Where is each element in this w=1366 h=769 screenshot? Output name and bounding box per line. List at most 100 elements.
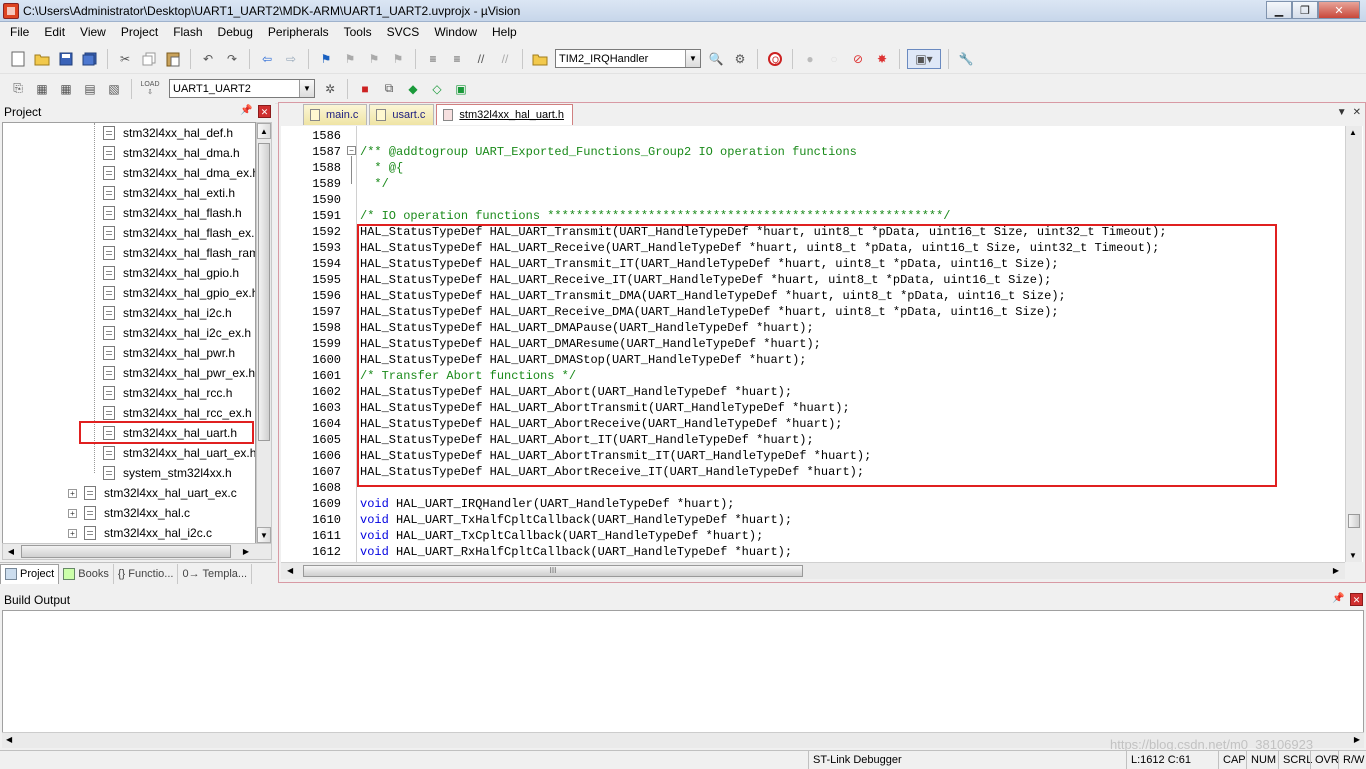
- pin-icon[interactable]: 📌: [1332, 593, 1344, 604]
- tree-file[interactable]: stm32l4xx_hal_i2c_ex.h: [103, 323, 251, 343]
- find-icon[interactable]: 🔍: [706, 49, 726, 69]
- scroll-down-icon[interactable]: ▼: [257, 527, 271, 543]
- menu-tools[interactable]: Tools: [337, 25, 380, 39]
- find-in-files-icon[interactable]: [530, 49, 550, 69]
- uncomment-icon[interactable]: //: [495, 49, 515, 69]
- stop-build-icon[interactable]: ▧: [104, 79, 124, 99]
- disable-breakpoint-icon[interactable]: ○: [824, 49, 844, 69]
- tab-templates[interactable]: 0→ Templa...: [178, 563, 253, 584]
- scroll-thumb[interactable]: III: [303, 565, 803, 577]
- menu-project[interactable]: Project: [114, 25, 166, 39]
- target-combo[interactable]: UART1_UART2 ▼: [169, 79, 315, 98]
- configure-icon[interactable]: 🔧: [956, 49, 976, 69]
- tab-list-icon[interactable]: ▼: [1337, 107, 1347, 118]
- scroll-down-icon[interactable]: ▼: [1349, 551, 1357, 560]
- close-button[interactable]: ✕: [1318, 1, 1360, 19]
- tree-file[interactable]: stm32l4xx_hal_flash_ram: [103, 243, 255, 263]
- tree-group[interactable]: + stm32l4xx_hal_uart_ex.c: [68, 483, 237, 503]
- new-file-icon[interactable]: [8, 49, 28, 69]
- unindent-icon[interactable]: ≡: [447, 49, 467, 69]
- manage-components-icon[interactable]: ■: [355, 79, 375, 99]
- project-vertical-scrollbar[interactable]: ▲ ▼: [256, 122, 272, 544]
- tree-file[interactable]: stm32l4xx_hal_uart_ex.h: [103, 443, 255, 463]
- batch-build-icon[interactable]: ▤: [80, 79, 100, 99]
- tree-group[interactable]: + stm32l4xx_hal_i2c.c: [68, 523, 212, 543]
- save-all-icon[interactable]: [80, 49, 100, 69]
- comment-icon[interactable]: //: [471, 49, 491, 69]
- save-icon[interactable]: [56, 49, 76, 69]
- project-horizontal-scrollbar[interactable]: ◀ ▶: [2, 543, 272, 560]
- tree-file[interactable]: stm32l4xx_hal_dma.h: [103, 143, 240, 163]
- minimize-button[interactable]: ▁: [1266, 1, 1292, 19]
- file-extensions-icon[interactable]: ⧉: [379, 79, 399, 99]
- prev-bookmark-icon[interactable]: ⚑: [340, 49, 360, 69]
- expand-icon[interactable]: +: [68, 488, 77, 498]
- tree-file[interactable]: stm32l4xx_hal_flash.h: [103, 203, 242, 223]
- debug-session-icon[interactable]: Q: [765, 49, 785, 69]
- scroll-right-icon[interactable]: ▶: [1333, 566, 1339, 575]
- next-bookmark-icon[interactable]: ⚑: [364, 49, 384, 69]
- menu-file[interactable]: File: [3, 25, 37, 39]
- editor-vertical-scrollbar[interactable]: ▲ ▼: [1345, 126, 1362, 562]
- kill-all-breakpoints-icon[interactable]: ✸: [872, 49, 892, 69]
- scroll-left-icon[interactable]: ◀: [4, 545, 18, 558]
- maximize-button[interactable]: ❐: [1292, 1, 1318, 19]
- menu-window[interactable]: Window: [427, 25, 485, 39]
- scroll-thumb[interactable]: [258, 143, 270, 441]
- chevron-down-icon[interactable]: ▼: [299, 80, 314, 97]
- tree-file[interactable]: stm32l4xx_hal_dma_ex.h: [103, 163, 255, 183]
- cut-icon[interactable]: ✂: [115, 49, 135, 69]
- menu-peripherals[interactable]: Peripherals: [261, 25, 337, 39]
- tree-file[interactable]: system_stm32l4xx.h: [103, 463, 232, 483]
- scroll-up-icon[interactable]: ▲: [1349, 128, 1357, 137]
- breakpoint-icon[interactable]: ●: [800, 49, 820, 69]
- menu-help[interactable]: Help: [485, 25, 525, 39]
- window-layout-icon[interactable]: ▣▾: [907, 48, 941, 69]
- pack-installer-icon[interactable]: ◆: [403, 79, 423, 99]
- tab-stm32l4xx-hal-uart-h[interactable]: stm32l4xx_hal_uart.h: [436, 104, 573, 125]
- paste-icon[interactable]: [163, 49, 183, 69]
- menu-debug[interactable]: Debug: [211, 25, 261, 39]
- translate-icon[interactable]: ⎘: [8, 79, 28, 99]
- menu-view[interactable]: View: [73, 25, 114, 39]
- tab-books[interactable]: Books: [59, 563, 114, 584]
- menu-flash[interactable]: Flash: [166, 25, 210, 39]
- tree-file[interactable]: stm32l4xx_hal_i2c.h: [103, 303, 232, 323]
- tab-project[interactable]: Project: [0, 563, 60, 584]
- incremental-find-icon[interactable]: ⚙: [730, 49, 750, 69]
- scroll-left-icon[interactable]: ◀: [6, 735, 12, 744]
- scroll-up-icon[interactable]: ▲: [257, 123, 271, 139]
- scroll-thumb[interactable]: [1348, 514, 1360, 528]
- close-icon[interactable]: ✕: [1353, 107, 1361, 118]
- scroll-right-icon[interactable]: ▶: [1354, 735, 1360, 744]
- menu-svcs[interactable]: SVCS: [380, 25, 428, 39]
- scroll-right-icon[interactable]: ▶: [239, 545, 253, 558]
- bookmark-icon[interactable]: ⚑: [316, 49, 336, 69]
- tree-file[interactable]: stm32l4xx_hal_def.h: [103, 123, 233, 143]
- chevron-down-icon[interactable]: ▼: [685, 50, 700, 67]
- tree-file[interactable]: stm32l4xx_hal_pwr_ex.h: [103, 363, 255, 383]
- scroll-left-icon[interactable]: ◀: [287, 566, 293, 575]
- clear-bookmarks-icon[interactable]: ⚑: [388, 49, 408, 69]
- scroll-thumb[interactable]: [21, 545, 231, 558]
- expand-icon[interactable]: +: [68, 508, 77, 518]
- function-combo[interactable]: TIM2_IRQHandler ▼: [555, 49, 701, 68]
- redo-icon[interactable]: ↷: [222, 49, 242, 69]
- menu-edit[interactable]: Edit: [37, 25, 73, 39]
- build-output-pane[interactable]: [2, 610, 1364, 746]
- tree-file[interactable]: stm32l4xx_hal_flash_ex.h: [103, 223, 255, 243]
- tab-main-c[interactable]: main.c: [303, 104, 368, 125]
- close-icon[interactable]: ✕: [258, 105, 271, 118]
- tab-usart-c[interactable]: usart.c: [369, 104, 435, 125]
- tab-functions[interactable]: {} Functio...: [114, 563, 179, 584]
- open-folder-icon[interactable]: [32, 49, 52, 69]
- build-icon[interactable]: ▦: [32, 79, 52, 99]
- tree-file[interactable]: stm32l4xx_hal_rcc_ex.h: [103, 403, 252, 423]
- tree-file[interactable]: stm32l4xx_hal_gpio.h: [103, 263, 239, 283]
- target-options-icon[interactable]: ✲: [320, 79, 340, 99]
- download-icon[interactable]: LOAD ⇩: [139, 79, 161, 99]
- disable-all-breakpoints-icon[interactable]: ⊘: [848, 49, 868, 69]
- tree-group[interactable]: + stm32l4xx_hal.c: [68, 503, 190, 523]
- nav-forward-icon[interactable]: ⇨: [281, 49, 301, 69]
- select-packs-icon[interactable]: ◇: [427, 79, 447, 99]
